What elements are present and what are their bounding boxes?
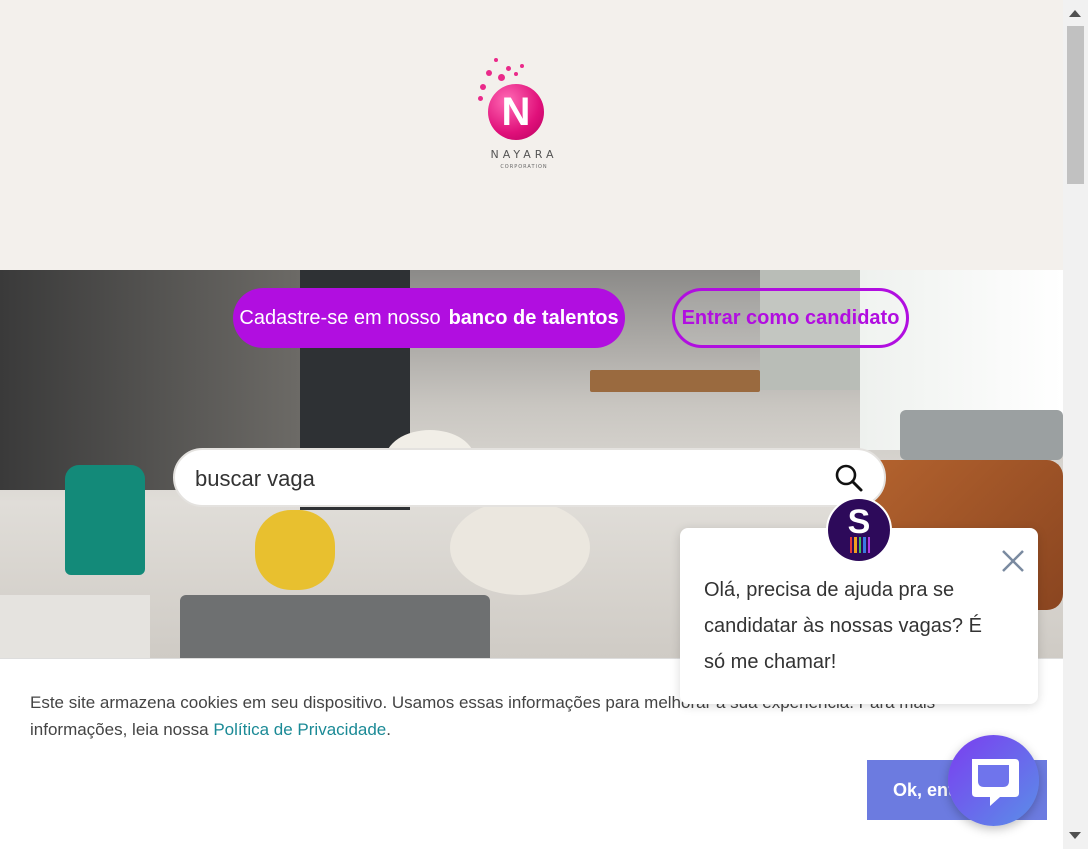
scroll-down-arrow-icon[interactable] bbox=[1069, 832, 1081, 839]
scroll-up-arrow-icon[interactable] bbox=[1069, 10, 1081, 17]
register-button-prefix: Cadastre-se em nosso bbox=[239, 306, 441, 329]
chat-bot-avatar: S bbox=[826, 497, 892, 563]
header: N NAYARA CORPORATION bbox=[0, 0, 1063, 270]
register-button-bold: banco de talentos bbox=[448, 306, 619, 329]
nayara-logo[interactable]: N NAYARA CORPORATION bbox=[476, 58, 566, 178]
page-scrollbar[interactable] bbox=[1063, 0, 1088, 849]
job-search-bar bbox=[173, 448, 886, 507]
close-icon[interactable] bbox=[1000, 548, 1026, 574]
chat-icon bbox=[972, 759, 1019, 806]
logo-subtitle: CORPORATION bbox=[500, 164, 548, 170]
search-icon[interactable] bbox=[833, 462, 865, 494]
chat-launcher-button[interactable] bbox=[948, 735, 1039, 826]
register-talent-bank-button[interactable]: Cadastre-se em nosso banco de talentos bbox=[233, 288, 625, 348]
logo-letter: N bbox=[501, 90, 531, 134]
logo-name: NAYARA bbox=[490, 148, 558, 161]
privacy-policy-link[interactable]: Política de Privacidade bbox=[213, 720, 386, 739]
scroll-thumb[interactable] bbox=[1067, 26, 1084, 184]
chat-message: Olá, precisa de ajuda pra se candidatar … bbox=[704, 579, 982, 673]
job-search-input[interactable] bbox=[195, 460, 815, 497]
cookie-suffix: . bbox=[386, 720, 391, 739]
candidate-login-button[interactable]: Entrar como candidato bbox=[672, 288, 909, 348]
